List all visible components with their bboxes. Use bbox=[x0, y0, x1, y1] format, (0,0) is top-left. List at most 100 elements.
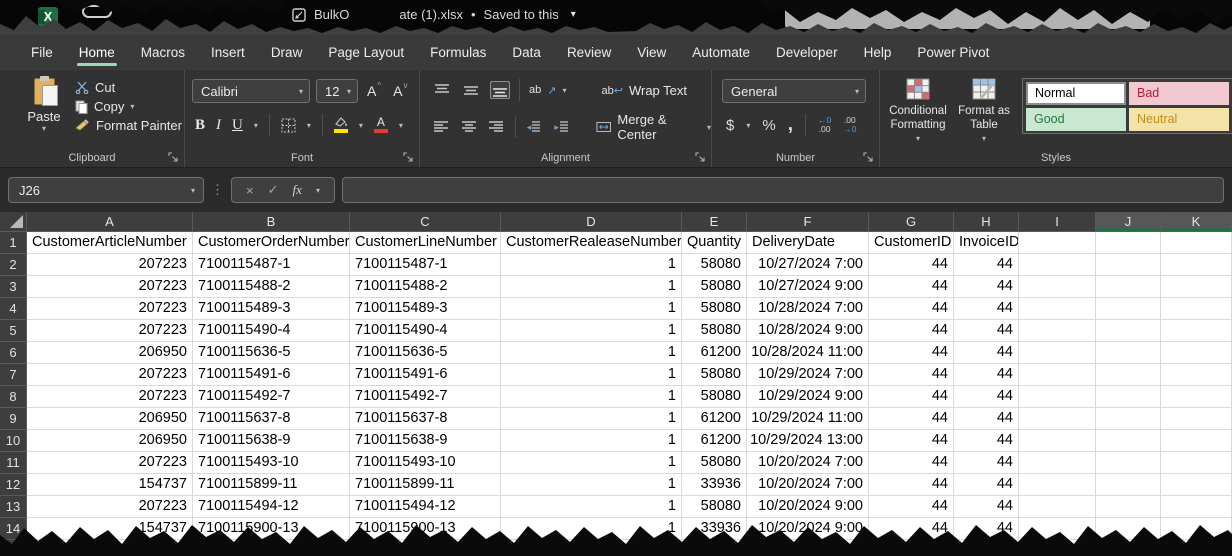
cell-E14[interactable]: 33936 bbox=[682, 518, 747, 540]
cell-G11[interactable]: 44 bbox=[869, 452, 954, 474]
cell-B9[interactable]: 7100115637-8 bbox=[193, 408, 350, 430]
cell-C11[interactable]: 7100115493-10 bbox=[350, 452, 501, 474]
row-header-1[interactable]: 1 bbox=[0, 232, 27, 254]
column-header-A[interactable]: A bbox=[27, 212, 193, 232]
menu-tab-data[interactable]: Data bbox=[499, 35, 554, 70]
fx-chevron-icon[interactable]: ▾ bbox=[316, 186, 320, 195]
cell-J8[interactable] bbox=[1096, 386, 1161, 408]
row-header-14[interactable]: 14 bbox=[0, 518, 27, 540]
cell-E11[interactable]: 58080 bbox=[682, 452, 747, 474]
align-middle-button[interactable] bbox=[461, 81, 481, 99]
formula-bar-dots-icon[interactable]: ⋮ bbox=[211, 182, 224, 198]
cell-Bx[interactable] bbox=[193, 540, 350, 556]
title-chevron-down-icon[interactable]: ▾ bbox=[571, 9, 576, 20]
cell-style-neutral[interactable]: Neutral bbox=[1129, 108, 1229, 131]
currency-chevron-icon[interactable]: ▾ bbox=[746, 121, 750, 130]
row-header-4[interactable]: 4 bbox=[0, 298, 27, 320]
cell-I6[interactable] bbox=[1019, 342, 1096, 364]
increase-decimal-button[interactable]: ←0 .00 bbox=[818, 116, 831, 134]
cell-B7[interactable]: 7100115491-6 bbox=[193, 364, 350, 386]
cell-style-normal[interactable]: Normal bbox=[1026, 82, 1126, 105]
cell-I11[interactable] bbox=[1019, 452, 1096, 474]
number-dialog-launcher-icon[interactable] bbox=[863, 152, 874, 163]
cell-B5[interactable]: 7100115490-4 bbox=[193, 320, 350, 342]
cell-A14[interactable]: 154737 bbox=[27, 518, 193, 540]
cell-D13[interactable]: 1 bbox=[501, 496, 682, 518]
menu-tab-review[interactable]: Review bbox=[554, 35, 624, 70]
menu-tab-automate[interactable]: Automate bbox=[679, 35, 763, 70]
cell-K6[interactable] bbox=[1161, 342, 1232, 364]
cell-H7[interactable]: 44 bbox=[954, 364, 1019, 386]
align-top-button[interactable] bbox=[432, 81, 452, 99]
cell-H11[interactable]: 44 bbox=[954, 452, 1019, 474]
cell-C13[interactable]: 7100115494-12 bbox=[350, 496, 501, 518]
cut-button[interactable]: Cut bbox=[75, 80, 182, 95]
cell-F4[interactable]: 10/28/2024 7:00 bbox=[747, 298, 869, 320]
column-header-I[interactable]: I bbox=[1019, 212, 1096, 232]
cell-D12[interactable]: 1 bbox=[501, 474, 682, 496]
font-size-combo[interactable]: 12 ▾ bbox=[316, 79, 358, 103]
cell-E8[interactable]: 58080 bbox=[682, 386, 747, 408]
clipboard-dialog-launcher-icon[interactable] bbox=[168, 152, 179, 163]
fill-color-button[interactable] bbox=[334, 117, 348, 133]
orientation-button[interactable]: ab ↗ ▾ bbox=[529, 84, 566, 97]
menu-tab-help[interactable]: Help bbox=[851, 35, 905, 70]
comma-style-button[interactable]: , bbox=[788, 120, 793, 130]
conditional-formatting-button[interactable]: Conditional Formatting ▾ bbox=[886, 78, 950, 146]
cell-D2[interactable]: 1 bbox=[501, 254, 682, 276]
column-header-F[interactable]: F bbox=[747, 212, 869, 232]
cell-D7[interactable]: 1 bbox=[501, 364, 682, 386]
column-header-G[interactable]: G bbox=[869, 212, 954, 232]
column-header-E[interactable]: E bbox=[682, 212, 747, 232]
cell-F5[interactable]: 10/28/2024 9:00 bbox=[747, 320, 869, 342]
cell-style-bad[interactable]: Bad bbox=[1129, 82, 1229, 105]
cell-I13[interactable] bbox=[1019, 496, 1096, 518]
cell-B14[interactable]: 7100115900-13 bbox=[193, 518, 350, 540]
cell-A4[interactable]: 207223 bbox=[27, 298, 193, 320]
cell-A6[interactable]: 206950 bbox=[27, 342, 193, 364]
row-header-hidden[interactable] bbox=[0, 540, 27, 556]
cell-H2[interactable]: 44 bbox=[954, 254, 1019, 276]
cell-K8[interactable] bbox=[1161, 386, 1232, 408]
menu-tab-file[interactable]: File bbox=[18, 35, 66, 70]
cell-J2[interactable] bbox=[1096, 254, 1161, 276]
cell-D3[interactable]: 1 bbox=[501, 276, 682, 298]
search-bar[interactable] bbox=[785, 5, 1150, 29]
cell-Hx[interactable] bbox=[954, 540, 1019, 556]
increase-font-size-button[interactable]: A^ bbox=[364, 83, 384, 99]
cell-I4[interactable] bbox=[1019, 298, 1096, 320]
underline-button[interactable]: U bbox=[232, 117, 243, 134]
cell-G5[interactable]: 44 bbox=[869, 320, 954, 342]
column-header-B[interactable]: B bbox=[193, 212, 350, 232]
column-header-D[interactable]: D bbox=[501, 212, 682, 232]
column-header-C[interactable]: C bbox=[350, 212, 501, 232]
cell-K5[interactable] bbox=[1161, 320, 1232, 342]
cell-A13[interactable]: 207223 bbox=[27, 496, 193, 518]
cell-K1[interactable] bbox=[1161, 232, 1232, 254]
cell-G3[interactable]: 44 bbox=[869, 276, 954, 298]
wrap-text-button[interactable]: ab↩ Wrap Text bbox=[601, 83, 687, 98]
row-header-12[interactable]: 12 bbox=[0, 474, 27, 496]
cell-B3[interactable]: 7100115488-2 bbox=[193, 276, 350, 298]
borders-icon[interactable] bbox=[281, 118, 296, 133]
cell-G7[interactable]: 44 bbox=[869, 364, 954, 386]
column-header-K[interactable]: K bbox=[1161, 212, 1232, 232]
cell-J14[interactable] bbox=[1096, 518, 1161, 540]
row-header-8[interactable]: 8 bbox=[0, 386, 27, 408]
cell-Fx[interactable] bbox=[747, 540, 869, 556]
cell-F13[interactable]: 10/20/2024 9:00 bbox=[747, 496, 869, 518]
cell-C4[interactable]: 7100115489-3 bbox=[350, 298, 501, 320]
cell-C8[interactable]: 7100115492-7 bbox=[350, 386, 501, 408]
cell-Ex[interactable] bbox=[682, 540, 747, 556]
cell-H8[interactable]: 44 bbox=[954, 386, 1019, 408]
cell-F8[interactable]: 10/29/2024 9:00 bbox=[747, 386, 869, 408]
cell-A8[interactable]: 207223 bbox=[27, 386, 193, 408]
cell-H4[interactable]: 44 bbox=[954, 298, 1019, 320]
cell-C9[interactable]: 7100115637-8 bbox=[350, 408, 501, 430]
align-right-button[interactable] bbox=[487, 118, 506, 136]
cell-F7[interactable]: 10/29/2024 7:00 bbox=[747, 364, 869, 386]
cell-J4[interactable] bbox=[1096, 298, 1161, 320]
cell-K13[interactable] bbox=[1161, 496, 1232, 518]
cell-A12[interactable]: 154737 bbox=[27, 474, 193, 496]
cell-E7[interactable]: 58080 bbox=[682, 364, 747, 386]
